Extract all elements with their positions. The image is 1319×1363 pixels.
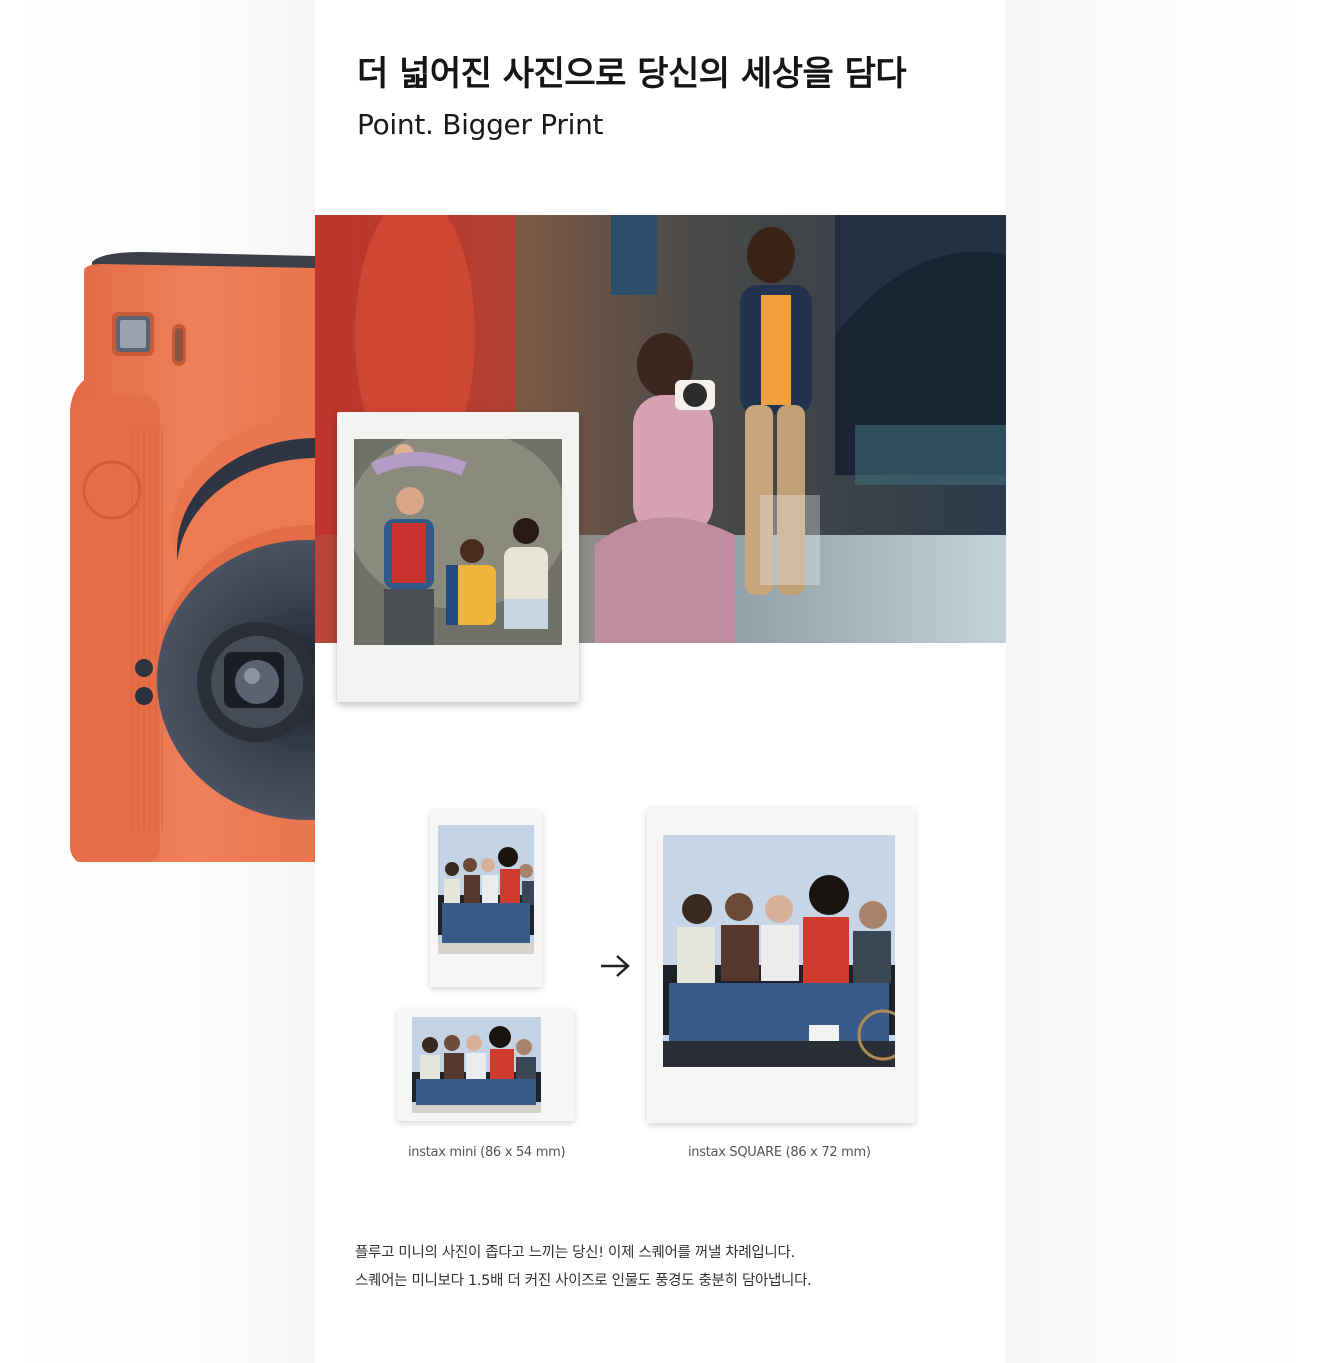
print-photo-friends [354,439,562,645]
instax-mini-print-horizontal [397,1009,574,1121]
instax-square-print [647,808,915,1123]
description-line-1: 플루고 미니의 사진이 좁다고 느끼는 당신! 이제 스퀘어를 꺼낼 차례입니다… [355,1245,795,1261]
arrow-right-icon [598,952,632,980]
section-subhead: Point. Bigger Print [357,108,604,141]
mini-vertical-photo [438,825,534,954]
mini-horizontal-photo [412,1017,541,1113]
instax-square-caption: instax SQUARE (86 x 72 mm) [688,1145,871,1160]
description-text: 플루고 미니의 사진이 좁다고 느끼는 당신! 이제 스퀘어를 꺼낼 차례입니다… [355,1239,812,1295]
right-background-panel [1006,0,1319,1363]
instax-square-print-overlay [337,412,579,702]
camera-illustration [62,250,315,862]
square-print-photo [663,835,895,1067]
instax-mini-print-vertical [430,810,542,987]
description-line-2: 스퀘어는 미니보다 1.5배 더 커진 사이즈로 인물도 풍경도 충분히 담아냅… [355,1273,812,1289]
section-headline: 더 넓어진 사진으로 당신의 세상을 담다 [357,54,907,94]
instax-mini-caption: instax mini (86 x 54 mm) [408,1145,566,1160]
